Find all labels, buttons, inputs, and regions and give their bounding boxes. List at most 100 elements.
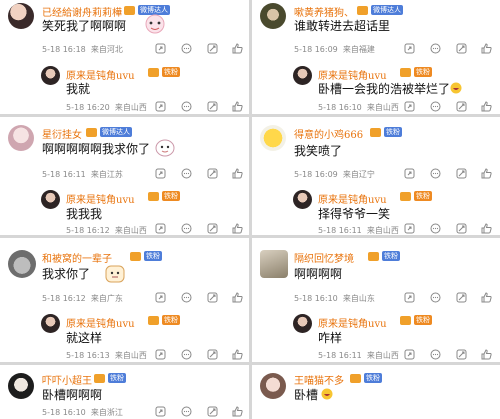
comment-meta: 5-18 16:10 来自浙江 <box>42 407 123 418</box>
forward-icon[interactable] <box>456 223 467 234</box>
like-icon[interactable] <box>232 349 243 360</box>
reply-meta: 5-18 16:10 来自山西 <box>318 102 399 113</box>
comment-icon[interactable] <box>181 43 192 54</box>
share-icon[interactable] <box>155 43 166 54</box>
comment-icon[interactable] <box>181 406 192 417</box>
sticker-icon <box>105 265 125 283</box>
forward-icon[interactable] <box>456 168 467 179</box>
reply-avatar[interactable] <box>41 190 60 209</box>
reply-avatar[interactable] <box>293 190 312 209</box>
share-icon[interactable] <box>404 223 415 234</box>
reply-username[interactable]: 原来是钝角uvu <box>66 191 135 206</box>
avatar[interactable] <box>260 373 286 399</box>
reply-avatar[interactable] <box>293 66 312 85</box>
forward-icon[interactable] <box>456 101 467 112</box>
share-icon[interactable] <box>404 292 415 303</box>
comment-icon[interactable] <box>181 349 192 360</box>
reply-avatar[interactable] <box>41 66 60 85</box>
share-icon[interactable] <box>155 168 166 179</box>
avatar[interactable] <box>8 3 34 29</box>
comment-time: 5-18 16:11 <box>42 170 86 179</box>
avatar[interactable] <box>8 373 34 399</box>
share-icon[interactable] <box>155 349 166 360</box>
like-icon[interactable] <box>481 223 492 234</box>
like-icon[interactable] <box>232 292 243 303</box>
comment-time: 5-18 16:10 <box>294 294 338 303</box>
comment-icon[interactable] <box>181 223 192 234</box>
comment-panel: 嗽黄养猪狗、 微博达人 谁敢转进去超话里 5-18 16:09 来自福建 原来是… <box>252 0 500 114</box>
comment-panel: 隔织回忆梦境 铁粉 啊啊啊啊 5-18 16:10 来自山东 原来是钝角uvu … <box>252 238 500 362</box>
comment-username[interactable]: 吓吓小超王 <box>42 372 92 387</box>
comment-icon[interactable] <box>430 168 441 179</box>
like-icon[interactable] <box>481 168 492 179</box>
reply-username[interactable]: 原来是钝角uvu <box>318 191 387 206</box>
forward-icon[interactable] <box>207 406 218 417</box>
comment-meta: 5-18 16:18 来自河北 <box>42 44 123 55</box>
comment-actions <box>404 168 494 180</box>
comment-username[interactable]: 得意的小鸡666 <box>294 126 363 141</box>
share-icon[interactable] <box>404 101 415 112</box>
like-icon[interactable] <box>481 292 492 303</box>
like-icon[interactable] <box>232 43 243 54</box>
avatar[interactable] <box>8 125 34 151</box>
reply-avatar[interactable] <box>41 314 60 333</box>
avatar[interactable] <box>260 3 286 29</box>
forward-icon[interactable] <box>207 223 218 234</box>
like-icon[interactable] <box>232 406 243 417</box>
forward-icon[interactable] <box>456 43 467 54</box>
like-icon[interactable] <box>481 43 492 54</box>
vip-icon <box>357 6 368 15</box>
share-icon[interactable] <box>404 43 415 54</box>
comment-icon[interactable] <box>430 101 441 112</box>
fan-badge: 铁粉 <box>162 67 180 77</box>
reply-avatar[interactable] <box>293 314 312 333</box>
reply-text: 我就 <box>66 82 91 96</box>
comment-time: 5-18 16:09 <box>294 170 338 179</box>
like-icon[interactable] <box>232 168 243 179</box>
reply-meta: 5-18 16:20 来自山西 <box>66 102 147 113</box>
forward-icon[interactable] <box>207 101 218 112</box>
forward-icon[interactable] <box>207 168 218 179</box>
reply-time: 5-18 16:10 <box>318 103 362 112</box>
share-icon[interactable] <box>155 406 166 417</box>
comment-username[interactable]: 星衍挂女 <box>42 126 82 141</box>
comment-icon[interactable] <box>430 349 441 360</box>
forward-icon[interactable] <box>207 292 218 303</box>
comment-icon[interactable] <box>181 292 192 303</box>
forward-icon[interactable] <box>207 349 218 360</box>
like-icon[interactable] <box>232 223 243 234</box>
forward-icon[interactable] <box>456 349 467 360</box>
reply-username[interactable]: 原来是钝角uvu <box>66 315 135 330</box>
share-icon[interactable] <box>404 349 415 360</box>
reply-location: 来自山西 <box>114 103 147 112</box>
comment-username[interactable]: 王喵猫不多 <box>294 372 344 387</box>
comment-actions <box>155 168 245 180</box>
like-icon[interactable] <box>232 101 243 112</box>
reply-actions <box>404 223 494 235</box>
comment-icon[interactable] <box>430 223 441 234</box>
comment-icon[interactable] <box>430 43 441 54</box>
reply-location: 来自山西 <box>114 226 147 235</box>
share-icon[interactable] <box>155 292 166 303</box>
reply-actions <box>155 101 245 113</box>
reply-actions <box>404 101 494 113</box>
vip-icon <box>94 374 105 383</box>
comment-time: 5-18 16:12 <box>42 294 86 303</box>
like-icon[interactable] <box>481 349 492 360</box>
avatar[interactable] <box>8 250 36 278</box>
reply-username[interactable]: 原来是钝角uvu <box>318 315 387 330</box>
comment-username[interactable]: 隔织回忆梦境 <box>294 250 354 265</box>
comment-icon[interactable] <box>181 168 192 179</box>
share-icon[interactable] <box>155 101 166 112</box>
share-icon[interactable] <box>155 223 166 234</box>
avatar[interactable] <box>260 125 286 151</box>
forward-icon[interactable] <box>207 43 218 54</box>
avatar[interactable] <box>260 250 288 278</box>
share-icon[interactable] <box>404 168 415 179</box>
comment-time: 5-18 16:18 <box>42 45 86 54</box>
reply-location: 来自山西 <box>366 103 399 112</box>
comment-icon[interactable] <box>430 292 441 303</box>
comment-icon[interactable] <box>181 101 192 112</box>
forward-icon[interactable] <box>456 292 467 303</box>
like-icon[interactable] <box>481 101 492 112</box>
